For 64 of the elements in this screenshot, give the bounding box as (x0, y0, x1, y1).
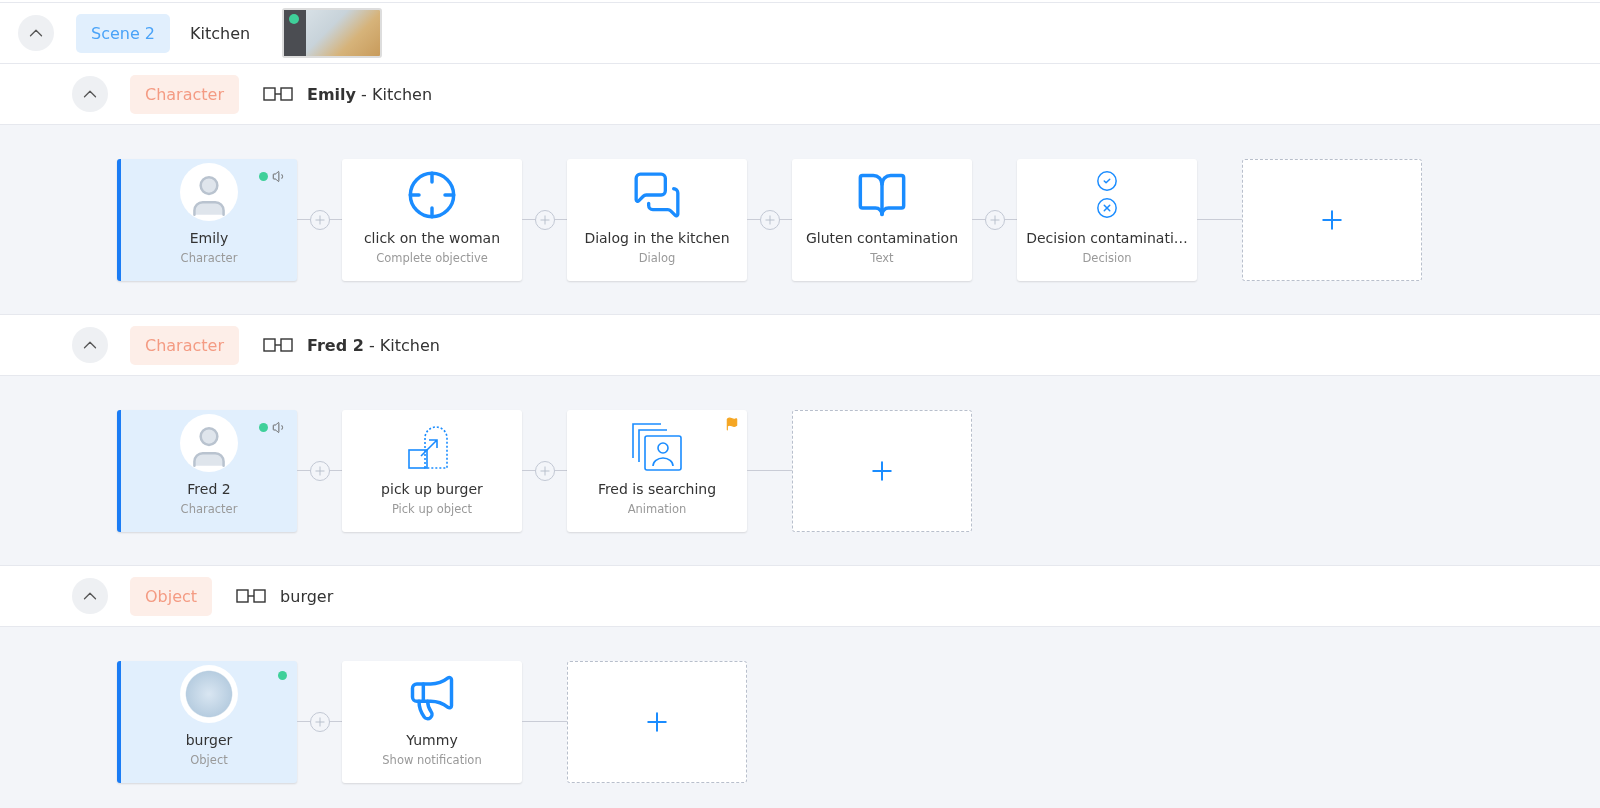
insert-step-button[interactable] (534, 461, 555, 481)
step-card[interactable]: Yummy Show notification (342, 661, 522, 783)
step-type: Animation (627, 502, 687, 516)
step-type: Text (870, 251, 894, 265)
type-badge: Character (130, 325, 239, 365)
linked-squares-icon (263, 338, 293, 352)
step-title: Dialog in the kitchen (584, 230, 730, 246)
step-title: click on the woman (363, 230, 501, 246)
step-title: Yummy (406, 732, 458, 748)
step-card[interactable]: Fred is searching Animation (567, 410, 747, 532)
actor-card[interactable]: Emily Character (117, 159, 297, 281)
collapse-button[interactable] (72, 76, 108, 112)
step-title: Decision contaminati… (1026, 230, 1188, 246)
plus-icon (762, 213, 777, 227)
plus-icon (312, 464, 327, 478)
insert-step-button[interactable] (984, 210, 1005, 230)
add-step-button[interactable] (792, 410, 972, 532)
insert-step-button[interactable] (309, 210, 330, 230)
step-type: Decision (1082, 251, 1132, 265)
group-title: burger (280, 586, 334, 606)
step-card[interactable]: Gluten contamination Text (792, 159, 972, 281)
actor-card[interactable]: burger Object (117, 661, 297, 783)
type-badge: Character (130, 74, 239, 114)
step-type: Character (180, 502, 238, 516)
step-type: Pick up object (391, 502, 473, 516)
step-type: Character (180, 251, 238, 265)
step-type: Dialog (638, 251, 676, 265)
actor-card[interactable]: Fred 2 Character (117, 410, 297, 532)
collapse-button[interactable] (72, 327, 108, 363)
plus-icon (987, 213, 1002, 227)
step-type: Show notification (382, 753, 482, 767)
scene-badge: Scene 2 (76, 13, 171, 53)
step-type: Object (190, 753, 228, 767)
step-title: burger (185, 732, 233, 748)
plus-icon (312, 715, 327, 729)
step-title: Emily (189, 230, 229, 246)
collapse-button[interactable] (72, 578, 108, 614)
step-card[interactable]: Decision contaminati… Decision (1017, 159, 1197, 281)
type-badge: Object (130, 576, 213, 616)
step-title: Fred is searching (597, 481, 717, 497)
linked-squares-icon (263, 87, 293, 101)
group-title: Emily - Kitchen (307, 84, 433, 104)
step-title: pick up burger (381, 481, 483, 497)
collapse-button[interactable] (18, 15, 54, 51)
step-title: Fred 2 (187, 481, 231, 497)
plus-icon (537, 464, 552, 478)
insert-step-button[interactable] (309, 712, 330, 732)
linked-squares-icon (236, 589, 267, 603)
step-card[interactable]: click on the woman Complete objective (342, 159, 522, 281)
check-and-cross-icon (1096, 170, 1118, 219)
insert-step-button[interactable] (309, 461, 330, 481)
plus-icon (312, 213, 327, 227)
add-step-button[interactable] (1242, 159, 1422, 281)
group-title: Fred 2 - Kitchen (307, 335, 440, 355)
step-card[interactable]: Dialog in the kitchen Dialog (567, 159, 747, 281)
step-card[interactable]: pick up burger Pick up object (342, 410, 522, 532)
plus-icon (537, 213, 552, 227)
step-type: Complete objective (376, 251, 488, 265)
insert-step-button[interactable] (759, 210, 780, 230)
step-title: Gluten contamination (805, 230, 958, 246)
scene-name: Kitchen (190, 23, 251, 43)
insert-step-button[interactable] (534, 210, 555, 230)
add-step-button[interactable] (567, 661, 747, 783)
photo-placeholder[interactable] (282, 8, 383, 58)
